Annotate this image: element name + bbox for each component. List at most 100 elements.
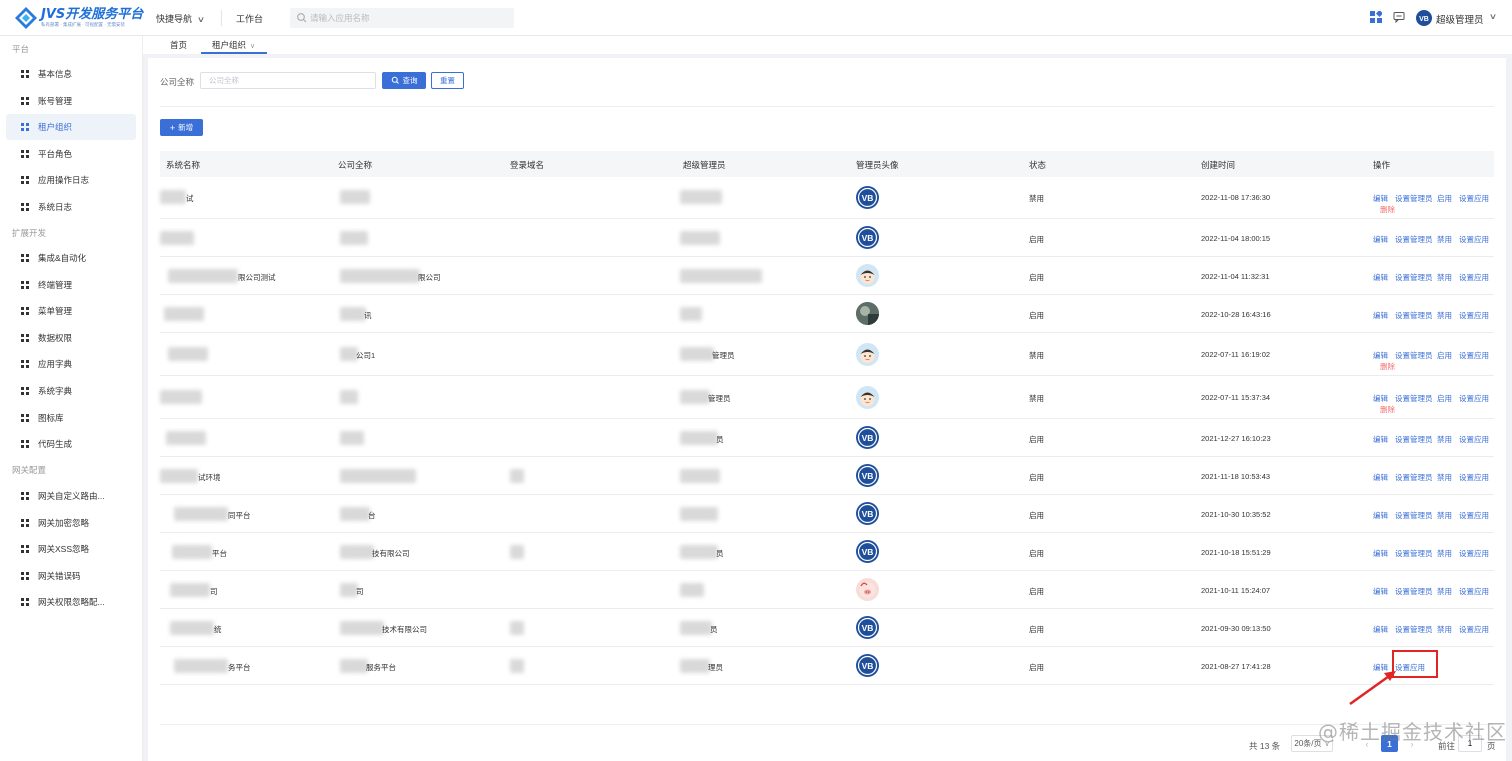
row-action-link[interactable]: 编辑 — [1373, 310, 1388, 321]
quick-nav-dropdown[interactable]: 快捷导航 ∨ — [156, 12, 205, 25]
row-action-link[interactable]: 编辑 — [1373, 586, 1388, 597]
sidebar-item[interactable]: 账号管理 — [6, 88, 136, 114]
row-action-link[interactable]: 设置应用 — [1459, 193, 1489, 204]
sidebar-item[interactable]: 平台角色 — [6, 141, 136, 167]
message-icon[interactable] — [1393, 11, 1405, 23]
chevron-down-icon[interactable]: ∨ — [1489, 12, 1497, 21]
row-action-link[interactable]: 设置管理员 — [1395, 193, 1433, 204]
row-action-link[interactable]: 设置管理员 — [1395, 310, 1433, 321]
sidebar-item-label: 系统日志 — [38, 202, 73, 212]
row-action-link[interactable]: 设置管理员 — [1395, 393, 1433, 404]
company-filter-input[interactable] — [201, 73, 375, 88]
row-action-link[interactable]: 禁用 — [1437, 586, 1452, 597]
row-action-link[interactable]: 设置管理员 — [1395, 272, 1433, 283]
row-action-link[interactable]: 设置应用 — [1459, 548, 1489, 559]
sidebar-item[interactable]: 应用操作日志 — [6, 167, 136, 193]
row-action-link[interactable]: 设置应用 — [1459, 624, 1489, 635]
sidebar-item[interactable]: 菜单管理 — [6, 298, 136, 324]
row-action-link[interactable]: 设置应用 — [1459, 510, 1489, 521]
row-action-link[interactable]: 禁用 — [1437, 472, 1452, 483]
row-action-link[interactable]: 设置管理员 — [1395, 472, 1433, 483]
tab-home[interactable]: 首页 — [170, 39, 187, 51]
privacy-mask — [510, 659, 524, 673]
sidebar-item[interactable]: 网关自定义路由... — [6, 483, 136, 509]
row-action-link[interactable]: 设置管理员 — [1395, 510, 1433, 521]
row-action-link[interactable]: 启用 — [1437, 193, 1452, 204]
query-button[interactable]: 查询 — [382, 72, 426, 89]
row-action-link[interactable]: 设置应用 — [1459, 586, 1489, 597]
row-action-link[interactable]: 启用 — [1437, 350, 1452, 361]
sidebar-item[interactable]: 终端管理 — [6, 272, 136, 298]
row-action-link[interactable]: 设置管理员 — [1395, 624, 1433, 635]
row-action-link[interactable]: 设置管理员 — [1395, 586, 1433, 597]
row-action-link[interactable]: 启用 — [1437, 393, 1452, 404]
sidebar-item[interactable]: 应用字典 — [6, 351, 136, 377]
sidebar-item[interactable]: 基本信息 — [6, 61, 136, 87]
row-action-link[interactable]: 编辑 — [1373, 624, 1388, 635]
row-action-link[interactable]: 编辑 — [1373, 434, 1388, 445]
row-action-link[interactable]: 禁用 — [1437, 510, 1452, 521]
workbench-link[interactable]: 工作台 — [236, 12, 263, 25]
table-row: 同平台 台 启用 2021-10-30 10:35:52 VB 编辑 设置管理员 禁用 设置应用 — [160, 495, 1494, 533]
plus-icon: + — [169, 122, 176, 133]
row-action-link[interactable]: 设置应用 — [1459, 310, 1489, 321]
user-avatar[interactable]: VB — [1416, 10, 1432, 26]
row-action-link[interactable]: 禁用 — [1437, 548, 1452, 559]
sidebar-item[interactable]: 网关加密忽略 — [6, 510, 136, 536]
sidebar-item[interactable]: 系统字典 — [6, 378, 136, 404]
sidebar-item[interactable]: 网关XSS忽略 — [6, 536, 136, 562]
sidebar: 平台 基本信息 账号管理 租户组织 平台角色 应用操作日志 系统日志 扩展开发 集成&自动化 终端… — [0, 36, 143, 761]
column-header: 登录域名 — [510, 160, 545, 170]
row-action-link[interactable]: 设置应用 — [1459, 393, 1489, 404]
row-action-link[interactable]: 设置应用 — [1459, 472, 1489, 483]
sidebar-item-label: 代码生成 — [38, 439, 73, 450]
sidebar-item[interactable]: 集成&自动化 — [6, 245, 136, 271]
row-action-link[interactable]: 设置管理员 — [1395, 434, 1433, 445]
row-action-link[interactable]: 设置管理员 — [1395, 350, 1433, 361]
row-action-link[interactable]: 编辑 — [1373, 234, 1388, 245]
sidebar-item[interactable]: 数据权限 — [6, 325, 136, 351]
sidebar-item[interactable]: 图标库 — [6, 405, 136, 431]
privacy-mask — [160, 469, 198, 483]
row-action-link[interactable]: 禁用 — [1437, 434, 1452, 445]
sidebar-item[interactable]: 网关错误码 — [6, 563, 136, 589]
created-time-cell: 2022-07-11 16:19:02 — [1201, 350, 1271, 359]
row-action-link[interactable]: 编辑 — [1373, 350, 1388, 361]
row-action-link[interactable]: 编辑 — [1373, 393, 1388, 404]
row-action-link[interactable]: 设置应用 — [1459, 434, 1489, 445]
reset-button[interactable]: 重置 — [431, 72, 464, 89]
row-action-link[interactable]: 设置管理员 — [1395, 548, 1433, 559]
row-action-link[interactable]: 编辑 — [1373, 472, 1388, 483]
privacy-mask — [174, 507, 228, 521]
privacy-mask — [680, 347, 714, 361]
row-action-link[interactable]: 禁用 — [1437, 310, 1452, 321]
row-action-link[interactable]: 设置管理员 — [1395, 234, 1433, 245]
grid-icon — [21, 598, 29, 607]
sidebar-item[interactable]: 系统日志 — [6, 194, 136, 220]
row-action-link[interactable]: 编辑 — [1373, 272, 1388, 283]
row-action-link[interactable]: 设置应用 — [1459, 350, 1489, 361]
delete-link[interactable]: 删除 — [1380, 404, 1395, 415]
delete-link[interactable]: 删除 — [1380, 204, 1395, 215]
company-cell: 司 — [356, 587, 364, 596]
row-action-link[interactable]: 禁用 — [1437, 624, 1452, 635]
logo-title: JVS开发服务平台 — [41, 6, 144, 22]
sidebar-item[interactable]: 网关权限忽略配... — [6, 589, 136, 615]
row-action-link[interactable]: 编辑 — [1373, 548, 1388, 559]
row-action-link[interactable]: 编辑 — [1373, 510, 1388, 521]
add-button[interactable]: + 新增 — [160, 119, 203, 136]
delete-link[interactable]: 删除 — [1380, 361, 1395, 372]
sidebar-item[interactable]: 代码生成 — [6, 431, 136, 457]
sidebar-item[interactable]: 租户组织 — [6, 114, 136, 141]
search-input[interactable] — [310, 10, 508, 26]
user-name[interactable]: 超级管理员 — [1436, 12, 1484, 26]
tab-tenant-org[interactable]: 租户组织 ∨ — [212, 39, 255, 51]
row-action-link[interactable]: 编辑 — [1373, 193, 1388, 204]
row-action-link[interactable]: 禁用 — [1437, 272, 1452, 283]
row-action-link[interactable]: 设置应用 — [1459, 272, 1489, 283]
grid-icon — [21, 413, 29, 422]
apps-icon[interactable] — [1370, 11, 1382, 23]
row-action-link[interactable]: 设置应用 — [1459, 234, 1489, 245]
logo[interactable]: JVS开发服务平台 私有部署 · 集成扩展 · 可视配置 · 无需安装 — [14, 4, 143, 32]
row-action-link[interactable]: 禁用 — [1437, 234, 1452, 245]
